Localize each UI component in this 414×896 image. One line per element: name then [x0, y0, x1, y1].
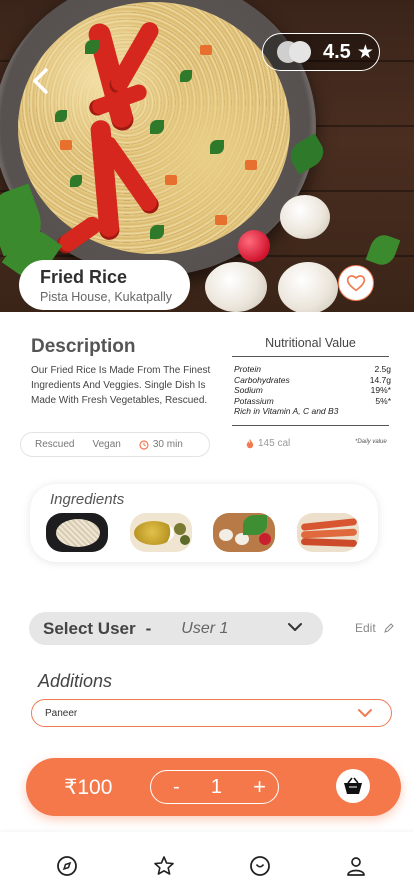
nutrient-name: Carbohydrates — [234, 374, 290, 385]
prep-time-value: 30 min — [152, 439, 183, 450]
edit-user-button[interactable]: Edit — [355, 621, 394, 635]
chevron-down-icon — [358, 709, 372, 717]
user-icon — [347, 857, 365, 876]
order-bar: ₹100 - 1 + — [26, 758, 401, 816]
ingredient-sausages[interactable] — [297, 513, 359, 552]
calories: 145 cal — [246, 438, 290, 449]
tag-rescued: Rescued — [35, 439, 75, 450]
increase-button[interactable]: + — [253, 774, 266, 800]
clock-icon — [250, 856, 270, 876]
nutrient-value: 5%* — [375, 395, 391, 406]
select-user-value: User 1 — [181, 619, 229, 637]
select-user-separator: - — [145, 618, 152, 638]
quantity-stepper: - 1 + — [150, 770, 279, 804]
toggle-icon — [277, 41, 311, 63]
prep-time: 30 min — [139, 439, 183, 450]
pencil-icon — [383, 623, 394, 633]
select-user-dropdown[interactable]: Select User - User 1 — [29, 612, 323, 645]
dish-name: Fried Rice — [40, 267, 128, 287]
ingredients-title: Ingredients — [50, 491, 125, 508]
rating-value: 4.5 — [323, 40, 351, 63]
nav-explore[interactable] — [55, 854, 79, 878]
chevron-down-icon — [288, 623, 302, 631]
hero-image: 4.5 ★ Fried Rice Pista House, Kukatpally — [0, 0, 414, 312]
decrease-button[interactable]: - — [173, 776, 180, 799]
description-text: Our Fried Rice Is Made From The Finest I… — [31, 365, 211, 406]
daily-value-note: *Daily value — [355, 439, 387, 445]
back-button[interactable] — [28, 66, 54, 96]
flame-icon — [246, 438, 254, 448]
heart-icon — [346, 275, 366, 292]
price: ₹100 — [64, 776, 113, 799]
bottom-navigation — [0, 832, 414, 896]
basket-icon — [344, 777, 362, 794]
rating-badge: 4.5 ★ — [262, 33, 380, 71]
restaurant-name: Pista House, Kukatpally — [40, 290, 173, 304]
select-user-label: Select User — [43, 618, 136, 638]
additions-selected: Paneer — [45, 707, 78, 719]
calories-value: 145 cal — [258, 438, 291, 449]
nutrition-title: Nutritional Value — [232, 336, 389, 357]
nutrition-extra: Rich in Vitamin A, C and B3 — [234, 406, 339, 416]
nutrition-row: Sodium 19%* — [234, 385, 391, 396]
description-title: Description — [31, 336, 136, 357]
nutrition-row: Potassium 5%* — [234, 396, 391, 407]
nutrient-value: 19%* — [370, 385, 391, 395]
nutrient-value: 14.7g — [369, 374, 391, 385]
nutrient-name: Sodium — [234, 385, 263, 395]
nutrient-value: 2.5g — [374, 364, 391, 374]
quantity-value: 1 — [210, 775, 222, 798]
nav-history[interactable] — [248, 854, 272, 878]
nav-profile[interactable] — [344, 854, 368, 878]
star-icon: ★ — [356, 41, 374, 63]
ingredient-oil[interactable] — [130, 513, 192, 552]
dish-title-card: Fried Rice Pista House, Kukatpally — [19, 260, 190, 310]
clock-icon — [139, 439, 149, 450]
star-icon — [154, 856, 174, 875]
nutrition-table: Protein 2.5g Carbohydrates 14.7g Sodium 19%… — [234, 364, 391, 417]
nutrition-row: Protein 2.5g — [234, 364, 391, 375]
tags-row: Rescued Vegan 30 min — [20, 432, 210, 457]
nutrition-divider — [232, 425, 389, 426]
nutrition-row: Carbohydrates 14.7g — [234, 375, 391, 386]
nutrient-name: Potassium — [234, 395, 274, 406]
edit-label: Edit — [355, 621, 376, 635]
chevron-left-icon — [33, 68, 48, 94]
nutrient-name: Protein — [234, 364, 261, 374]
additions-title: Additions — [38, 671, 113, 691]
additions-dropdown[interactable]: Paneer — [31, 699, 392, 727]
ingredient-rice[interactable] — [46, 513, 108, 552]
tag-vegan: Vegan — [92, 439, 121, 450]
favorite-button[interactable] — [338, 265, 374, 301]
add-to-cart-button[interactable] — [336, 769, 370, 803]
compass-icon — [57, 856, 77, 876]
nav-favorites[interactable] — [152, 854, 176, 878]
ingredient-vegetables[interactable] — [213, 513, 275, 552]
